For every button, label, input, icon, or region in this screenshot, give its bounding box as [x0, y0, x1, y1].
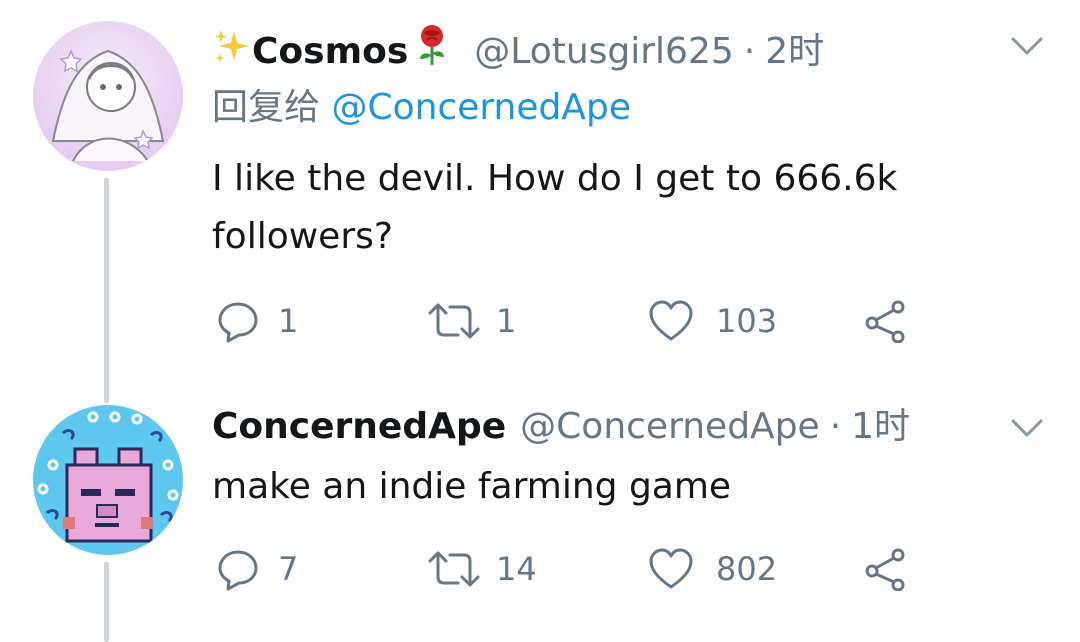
like-count: 802 — [716, 550, 778, 588]
retweet-button[interactable]: 14 — [426, 544, 537, 594]
action-bar: 7 14 802 — [212, 544, 932, 594]
retweet-button[interactable]: 1 — [426, 296, 516, 346]
action-bar: 1 1 103 — [212, 296, 932, 346]
reply-count: 1 — [278, 302, 299, 340]
retweet-icon — [426, 299, 482, 343]
reply-button[interactable]: 7 — [216, 544, 298, 594]
tweet-2[interactable]: ConcernedApe @ConcernedApe · 1时 make an ind… — [0, 390, 1080, 642]
tweet-text: I like the devil. How do I get to 666.6k… — [212, 158, 898, 257]
retweet-icon — [426, 547, 482, 591]
reply-icon — [216, 299, 260, 343]
separator-dot: · — [743, 31, 756, 72]
timestamp[interactable]: 2时 — [765, 31, 824, 72]
share-button[interactable] — [864, 544, 908, 594]
chevron-down-icon[interactable] — [1005, 24, 1049, 68]
chevron-down-icon[interactable] — [1005, 406, 1049, 450]
share-button[interactable] — [864, 296, 908, 346]
like-count: 103 — [716, 302, 778, 340]
avatar[interactable] — [33, 21, 183, 171]
reply-to-mention[interactable]: @ConcernedApe — [331, 87, 631, 128]
share-icon — [864, 547, 908, 591]
sparkles-icon — [212, 27, 252, 78]
reply-button[interactable]: 1 — [216, 296, 298, 346]
thread-line — [104, 562, 109, 642]
handle[interactable]: @ConcernedApe — [520, 406, 820, 447]
tweet-text: make an indie farming game — [212, 466, 732, 507]
retweet-count: 14 — [496, 550, 537, 588]
like-button[interactable]: 802 — [648, 544, 777, 594]
tweet-header: Cosmos @Lotusgirl625 · 2时 — [212, 23, 1050, 78]
share-icon — [864, 299, 908, 343]
reply-count: 7 — [278, 550, 299, 588]
thread-line — [104, 178, 109, 403]
reply-icon — [216, 547, 260, 591]
tweet-header: ConcernedApe @ConcernedApe · 1时 — [212, 405, 1050, 449]
timestamp[interactable]: 1时 — [851, 406, 910, 447]
avatar[interactable] — [33, 405, 183, 555]
rose-icon — [412, 23, 452, 78]
display-name[interactable]: ConcernedApe — [212, 406, 506, 447]
like-button[interactable]: 103 — [648, 296, 777, 346]
like-icon — [648, 547, 694, 591]
separator-dot: · — [829, 406, 842, 447]
replying-to: 回复给 @ConcernedApe — [212, 85, 631, 131]
tweet-1[interactable]: Cosmos @Lotusgirl625 · 2时 回复给 @ConcernedAp… — [0, 0, 1080, 403]
like-icon — [648, 299, 694, 343]
display-name[interactable]: Cosmos — [252, 31, 408, 72]
reply-prefix: 回复给 — [212, 87, 321, 128]
retweet-count: 1 — [496, 302, 517, 340]
handle[interactable]: @Lotusgirl625 — [474, 31, 734, 72]
